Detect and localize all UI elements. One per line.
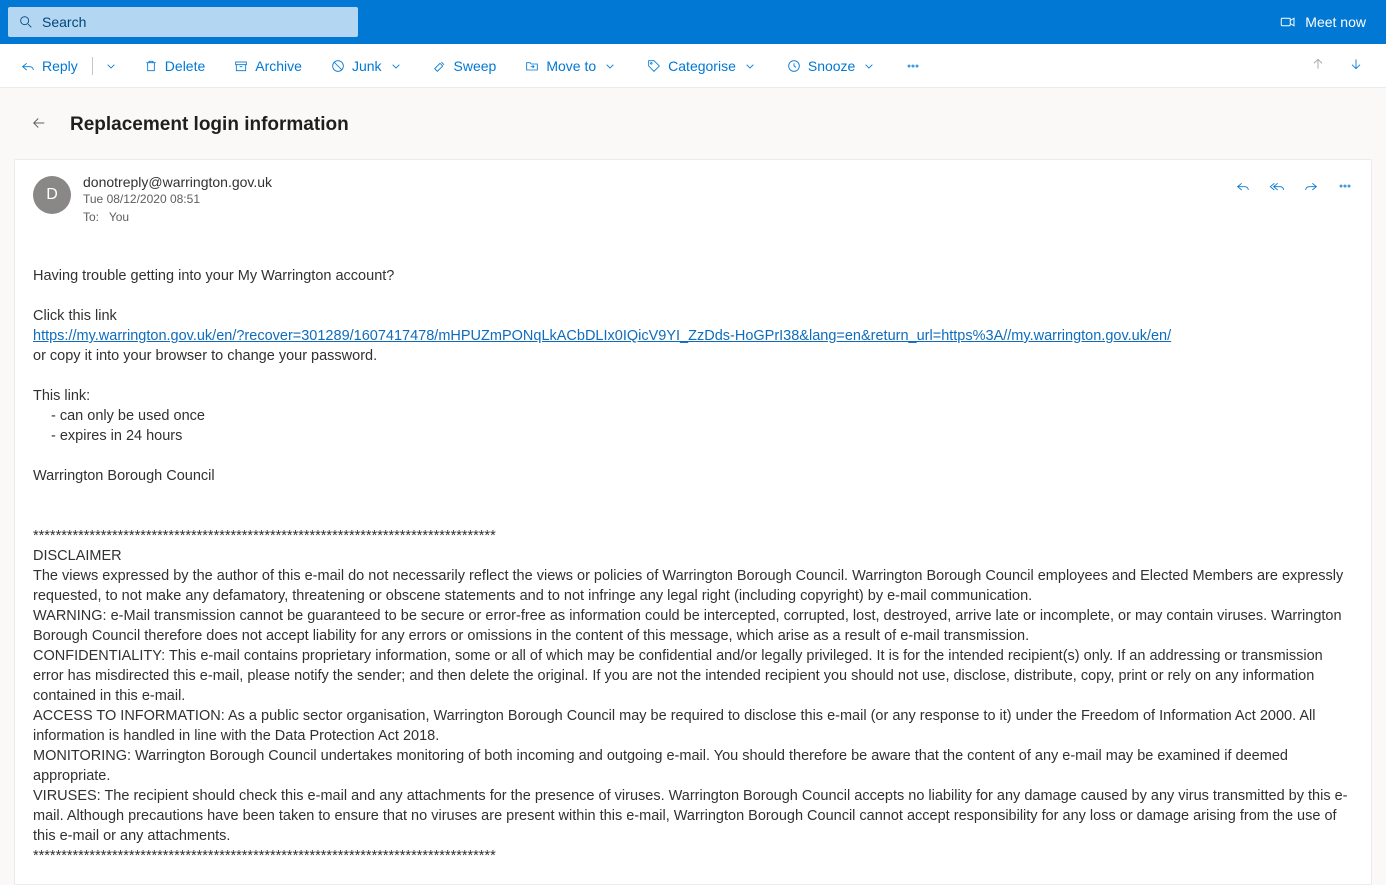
reply-dropdown[interactable] <box>101 54 121 78</box>
body-bullet: - can only be used once <box>33 406 1353 426</box>
prev-message-button[interactable] <box>1302 52 1334 79</box>
arrow-left-icon <box>30 114 48 132</box>
email-subject: Replacement login information <box>70 114 349 136</box>
chevron-down-icon <box>742 58 758 74</box>
sweep-button[interactable]: Sweep <box>426 54 503 78</box>
chevron-down-icon <box>388 58 404 74</box>
reply-all-icon-button[interactable] <box>1269 178 1285 197</box>
delete-button[interactable]: Delete <box>137 54 211 78</box>
disclaimer-text: The views expressed by the author of thi… <box>33 566 1353 606</box>
snooze-button[interactable]: Snooze <box>780 54 883 78</box>
more-icon <box>905 58 921 74</box>
message-body: Having trouble getting into your My Warr… <box>33 266 1353 866</box>
disclaimer-separator: ****************************************… <box>33 526 1353 546</box>
junk-label: Junk <box>352 58 382 74</box>
chevron-down-icon <box>103 58 119 74</box>
body-bullet: - expires in 24 hours <box>33 426 1353 446</box>
archive-button[interactable]: Archive <box>227 54 308 78</box>
clock-icon <box>786 58 802 74</box>
meet-now-button[interactable]: Meet now <box>1267 13 1378 31</box>
categorise-label: Categorise <box>668 58 736 74</box>
arrow-down-icon <box>1348 56 1364 72</box>
folder-move-icon <box>524 58 540 74</box>
to-value: You <box>109 210 129 224</box>
message-toolbar: Reply Delete Archive Junk Sweep Move to … <box>0 44 1386 88</box>
disclaimer-separator: ****************************************… <box>33 846 1353 866</box>
move-to-label: Move to <box>546 58 596 74</box>
body-line: or copy it into your browser to change y… <box>33 346 1353 366</box>
disclaimer-text: MONITORING: Warrington Borough Council u… <box>33 746 1353 786</box>
reply-icon <box>20 58 36 74</box>
message-meta: donotreply@warrington.gov.uk Tue 08/12/2… <box>83 174 1223 224</box>
body-line: Having trouble getting into your My Warr… <box>33 266 1353 286</box>
back-button[interactable] <box>26 110 52 139</box>
app-header: Meet now <box>0 0 1386 44</box>
message-more-button[interactable] <box>1337 178 1353 197</box>
tag-icon <box>646 58 662 74</box>
sweep-label: Sweep <box>454 58 497 74</box>
body-line: This link: <box>33 386 1353 406</box>
reply-button[interactable]: Reply <box>14 54 84 78</box>
from-address: donotreply@warrington.gov.uk <box>83 174 1223 190</box>
chevron-down-icon <box>861 58 877 74</box>
snooze-label: Snooze <box>808 58 855 74</box>
reply-all-icon <box>1269 178 1285 194</box>
meet-now-label: Meet now <box>1305 14 1366 30</box>
message-card: D donotreply@warrington.gov.uk Tue 08/12… <box>14 159 1372 885</box>
sender-avatar: D <box>33 176 71 214</box>
chevron-down-icon <box>602 58 618 74</box>
forward-icon-button[interactable] <box>1303 178 1319 197</box>
search-input[interactable] <box>42 14 348 30</box>
junk-button[interactable]: Junk <box>324 54 410 78</box>
disclaimer-text: VIRUSES: The recipient should check this… <box>33 786 1353 846</box>
search-icon <box>18 14 34 30</box>
archive-label: Archive <box>255 58 302 74</box>
delete-label: Delete <box>165 58 205 74</box>
video-icon <box>1279 13 1297 31</box>
to-label: To: <box>83 210 99 224</box>
subject-row: Replacement login information <box>0 88 1386 151</box>
recovery-link[interactable]: https://my.warrington.gov.uk/en/?recover… <box>33 328 1171 344</box>
message-header: D donotreply@warrington.gov.uk Tue 08/12… <box>33 174 1353 224</box>
categorise-button[interactable]: Categorise <box>640 54 764 78</box>
more-icon <box>1337 178 1353 194</box>
archive-icon <box>233 58 249 74</box>
disclaimer-text: CONFIDENTIALITY: This e-mail contains pr… <box>33 646 1353 706</box>
to-row: To: You <box>83 210 1223 224</box>
body-line: Click this link <box>33 306 1353 326</box>
move-to-button[interactable]: Move to <box>518 54 624 78</box>
junk-icon <box>330 58 346 74</box>
sweep-icon <box>432 58 448 74</box>
disclaimer-block: ****************************************… <box>33 526 1353 866</box>
trash-icon <box>143 58 159 74</box>
reply-icon <box>1235 178 1251 194</box>
separator <box>92 57 93 75</box>
disclaimer-text: WARNING: e-Mail transmission cannot be g… <box>33 606 1353 646</box>
arrow-up-icon <box>1310 56 1326 72</box>
sent-date: Tue 08/12/2020 08:51 <box>83 192 1223 206</box>
message-actions <box>1235 174 1353 197</box>
search-box[interactable] <box>8 7 358 37</box>
reply-icon-button[interactable] <box>1235 178 1251 197</box>
next-message-button[interactable] <box>1340 52 1372 79</box>
forward-icon <box>1303 178 1319 194</box>
more-actions-button[interactable] <box>899 54 927 78</box>
disclaimer-text: ACCESS TO INFORMATION: As a public secto… <box>33 706 1353 746</box>
reply-label: Reply <box>42 58 78 74</box>
body-signature: Warrington Borough Council <box>33 466 1353 486</box>
disclaimer-heading: DISCLAIMER <box>33 546 1353 566</box>
